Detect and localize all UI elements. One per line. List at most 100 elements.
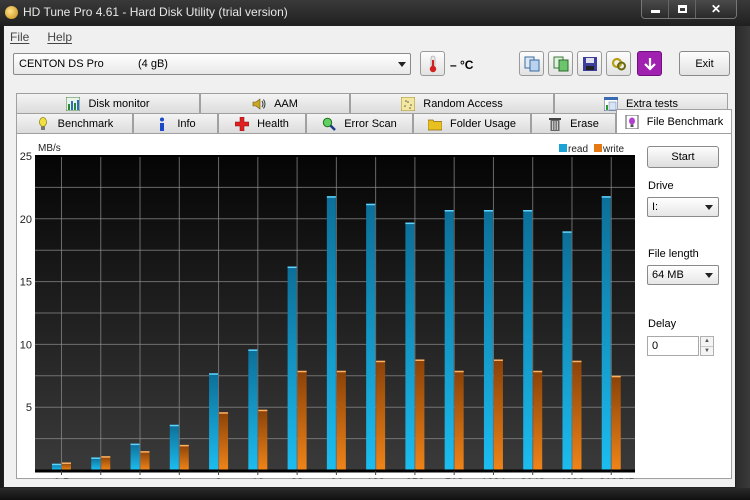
start-button[interactable]: Start <box>647 146 719 168</box>
bar-cap-read <box>169 424 179 427</box>
bar-read-8 <box>209 373 219 470</box>
bar-read-4096 <box>562 231 572 470</box>
minimize-icon <box>650 10 660 13</box>
menu-bar: File Help <box>4 26 735 46</box>
tab-label: Disk monitor <box>88 97 150 110</box>
tab-error-scan[interactable]: Error Scan <box>306 113 413 133</box>
tab-health[interactable]: Health <box>218 113 306 133</box>
bar-write-2048 <box>533 370 543 470</box>
tab-label: AAM <box>274 97 298 110</box>
legend-label-write: write <box>602 144 625 155</box>
tab-label: Random Access <box>423 97 503 110</box>
x-tick-label: 256 <box>406 477 424 479</box>
benchmark-chart: 5 10 15 20 25 0.5 1 2 4 8 16 32 64 128 256 512 1024 2048… <box>17 134 637 489</box>
menu-file[interactable]: File <box>10 30 29 46</box>
tab-info[interactable]: Info <box>133 113 218 133</box>
bar-read-8192 <box>601 196 611 470</box>
save-icon <box>582 56 597 71</box>
minimize-button[interactable] <box>642 0 669 18</box>
bar-cap-read <box>444 210 454 212</box>
file-length-label: File length <box>648 248 699 260</box>
tab-label: Error Scan <box>344 117 397 130</box>
bar-write-8 <box>219 412 229 470</box>
bar-read-512 <box>444 210 454 470</box>
bar-cap-write <box>376 360 386 363</box>
bar-read-128 <box>366 203 376 470</box>
file-benchmark-icon <box>625 114 639 129</box>
x-tick-label: 128 <box>366 477 384 479</box>
tab-folder-usage[interactable]: Folder Usage <box>413 113 531 133</box>
bar-write-16 <box>258 409 268 470</box>
bar-cap-read <box>562 231 572 233</box>
y-tick-label: 10 <box>20 339 32 351</box>
exit-button[interactable]: Exit <box>679 51 730 76</box>
file-benchmark-panel: 5 10 15 20 25 0.5 1 2 4 8 16 32 64 128 256 512 1024 2048… <box>16 133 732 489</box>
bar-cap-read <box>209 373 219 375</box>
disk-monitor-icon <box>66 96 81 111</box>
window-title: HD Tune Pro 4.61 - Hard Disk Utility (tr… <box>23 5 288 19</box>
copy-info-button[interactable] <box>519 51 544 76</box>
bar-cap-write <box>297 370 307 373</box>
file-length-combo[interactable]: 64 MB <box>647 265 719 285</box>
bar-read-16 <box>248 349 258 470</box>
bar-write-8192 <box>611 375 621 470</box>
bar-write-32 <box>297 370 307 470</box>
copy-screenshot-button[interactable] <box>548 51 573 76</box>
desktop-background <box>736 26 750 500</box>
bar-cap-write <box>415 359 425 361</box>
temperature-readout: – °C <box>450 58 474 72</box>
bar-write-512 <box>454 370 464 470</box>
tab-file-benchmark[interactable]: File Benchmark <box>616 109 732 133</box>
x-tick-label: 8 <box>215 477 221 479</box>
y-tick-label: 5 <box>26 402 32 414</box>
drive-combo-value: I: <box>652 201 659 213</box>
x-tick-label: 2048 <box>520 477 544 479</box>
tab-aam[interactable]: AAM <box>200 93 350 113</box>
close-button[interactable]: ✕ <box>696 0 736 18</box>
x-tick-label: 64 <box>330 477 342 479</box>
lightbulb-icon <box>38 116 47 130</box>
main-window: File Help CENTON DS Pro (4 gB) – °C Exit… <box>3 25 736 489</box>
bar-read-4 <box>169 424 179 470</box>
bar-cap-read <box>91 457 101 459</box>
tab-benchmark[interactable]: Benchmark <box>16 113 133 133</box>
x-tick-label: 4 <box>176 477 182 479</box>
x-tick-label: 1 <box>98 477 104 479</box>
drive-combo[interactable]: I: <box>647 197 719 217</box>
x-tick-label: 1024 <box>481 477 505 479</box>
x-axis-unit-label: KB <box>621 477 636 479</box>
spin-down-icon[interactable]: ▼ <box>701 346 713 355</box>
bar-write-1024 <box>493 359 503 470</box>
bar-cap-write <box>572 360 582 363</box>
download-button[interactable] <box>637 51 662 76</box>
tab-random-access[interactable]: Random Access <box>350 93 554 113</box>
y-tick-label: 25 <box>20 151 32 163</box>
maximize-button[interactable] <box>669 0 696 18</box>
options-button[interactable] <box>606 51 631 76</box>
thermometer-icon <box>429 55 436 72</box>
tab-disk-monitor[interactable]: Disk monitor <box>16 93 200 113</box>
copy-info-icon <box>524 56 539 71</box>
tab-label: Folder Usage <box>449 117 517 130</box>
save-button[interactable] <box>577 51 602 76</box>
menu-help[interactable]: Help <box>47 30 72 46</box>
bar-read-64 <box>326 196 336 470</box>
spin-up-icon[interactable]: ▲ <box>701 337 713 346</box>
bar-read-1024 <box>483 210 493 470</box>
delay-spinner[interactable]: ▲ ▼ <box>700 336 714 356</box>
tab-erase[interactable]: Erase <box>531 113 616 133</box>
chevron-down-icon <box>398 62 406 67</box>
x-tick-label: 8192 <box>599 477 623 479</box>
x-tick-label: 16 <box>252 477 264 479</box>
delay-input[interactable] <box>647 336 699 356</box>
tab-label: Erase <box>570 117 599 130</box>
bar-cap-read <box>405 222 415 225</box>
bar-cap-read <box>51 463 61 466</box>
drive-selector[interactable]: CENTON DS Pro (4 gB) <box>13 53 411 75</box>
temperature-button[interactable] <box>420 51 445 76</box>
bar-cap-write <box>61 462 71 464</box>
chevron-down-icon <box>705 273 713 278</box>
window-controls: ✕ <box>641 0 737 19</box>
drive-label: Drive <box>648 180 674 192</box>
bar-cap-write <box>140 451 150 453</box>
